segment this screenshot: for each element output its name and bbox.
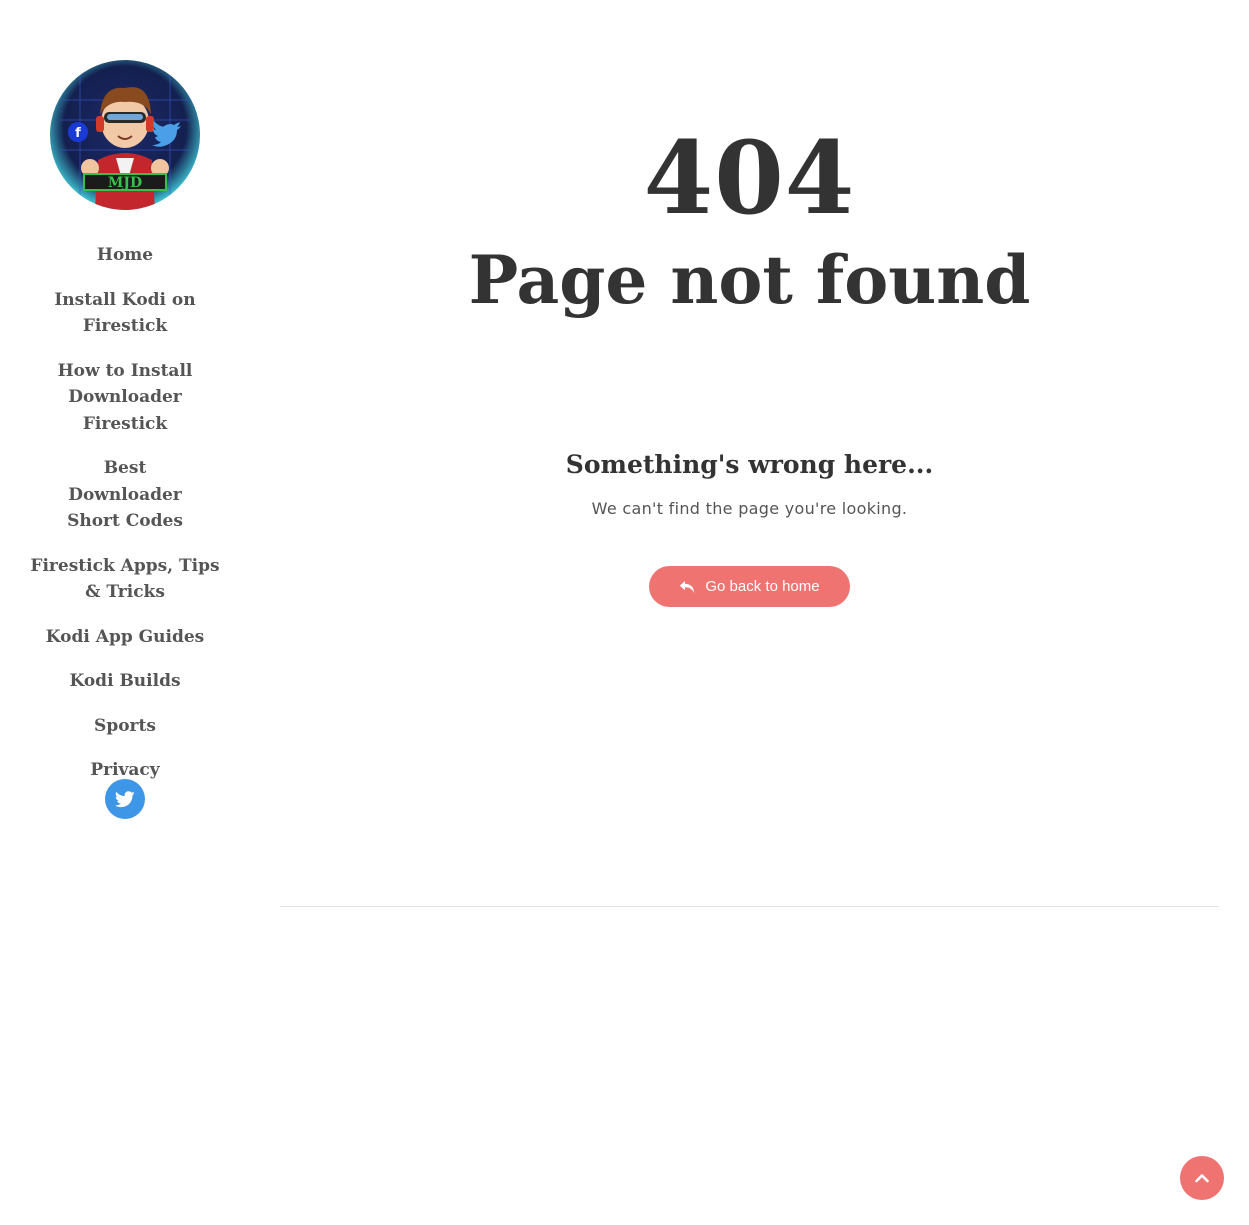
sidebar: f MJD Home Install Kodi on Firestick How… — [0, 0, 250, 1225]
nav-link-firestick-apps[interactable]: Firestick Apps, Tips & Tricks — [25, 553, 225, 606]
nav-link-kodi-builds[interactable]: Kodi Builds — [69, 668, 180, 695]
nav-link-install-kodi[interactable]: Install Kodi on Firestick — [50, 287, 200, 340]
logo-avatar-image: f MJD — [60, 70, 190, 210]
twitter-icon — [115, 790, 135, 807]
nav-item-firestick-apps: Firestick Apps, Tips & Tricks — [25, 553, 225, 606]
nav-item-install-downloader: How to Install Downloader Firestick — [25, 358, 225, 438]
nav-item-home: Home — [25, 242, 225, 269]
content-divider — [280, 906, 1219, 907]
back-to-top-button[interactable] — [1180, 1156, 1224, 1200]
error-subtitle: Something's wrong here... — [565, 450, 934, 479]
error-title: Page not found — [468, 241, 1031, 319]
twitter-button[interactable] — [105, 779, 145, 819]
nav-link-short-codes[interactable]: Best Downloader Short Codes — [45, 455, 205, 535]
site-logo[interactable]: f MJD — [50, 60, 200, 210]
go-home-button[interactable]: Go back to home — [649, 566, 850, 607]
nav-item-sports: Sports — [25, 713, 225, 740]
error-code: 404 — [643, 119, 856, 237]
nav-link-kodi-guides[interactable]: Kodi App Guides — [46, 624, 205, 651]
nav-link-install-downloader[interactable]: How to Install Downloader Firestick — [25, 358, 225, 438]
error-message: We can't find the page you're looking. — [591, 499, 908, 518]
chevron-up-icon — [1195, 1174, 1209, 1183]
nav-item-install-kodi: Install Kodi on Firestick — [25, 287, 225, 340]
nav-item-kodi-builds: Kodi Builds — [25, 668, 225, 695]
main-content: 404 Page not found Something's wrong her… — [280, 0, 1219, 1225]
logo-text: MJD — [108, 175, 142, 191]
sidebar-nav: Home Install Kodi on Firestick How to In… — [25, 242, 225, 802]
nav-item-short-codes: Best Downloader Short Codes — [25, 455, 225, 535]
nav-link-home[interactable]: Home — [97, 242, 153, 269]
nav-link-sports[interactable]: Sports — [94, 713, 156, 740]
nav-item-kodi-guides: Kodi App Guides — [25, 624, 225, 651]
go-home-label: Go back to home — [705, 578, 820, 595]
svg-text:f: f — [75, 126, 81, 141]
reply-icon — [680, 580, 695, 593]
